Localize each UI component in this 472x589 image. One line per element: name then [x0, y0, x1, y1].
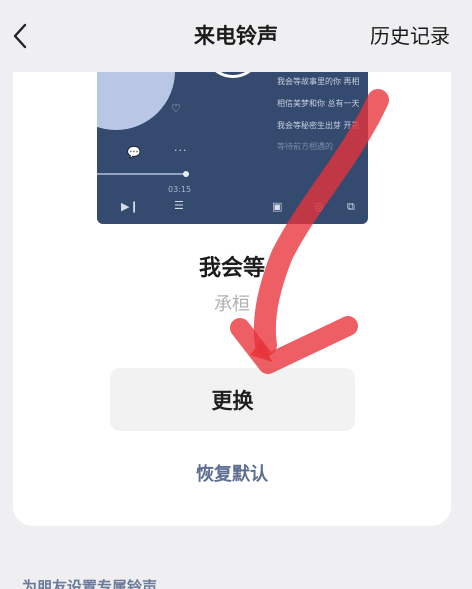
- cover-disc: [97, 72, 175, 130]
- lyric-line: 我会等故事里的你 再相: [277, 77, 360, 86]
- song-artist: 承桓: [214, 294, 250, 315]
- cover-ring: [200, 72, 266, 78]
- playback-progress: [97, 171, 190, 177]
- lyric-line: 等待前方相遇的: [277, 142, 333, 151]
- playlist-icon: ☰: [174, 199, 184, 212]
- duration-text: 03:15: [168, 185, 192, 194]
- share-icon: ⧉: [347, 200, 355, 213]
- ringtone-card: 我会等故事里的你 再相 相信美梦和你 总有一天 我会等秘密生出芽 开花 等待前方…: [13, 72, 451, 526]
- top-nav-bar: 来电铃声 历史记录: [0, 0, 472, 72]
- comment-icon: 💬: [127, 146, 141, 159]
- lyric-line: 相信美梦和你 总有一天: [277, 99, 360, 108]
- lyrics-icon: ▣: [272, 200, 283, 213]
- settings-icon: ◎: [314, 200, 324, 213]
- lyric-line: 我会等秘密生出芽 开花: [277, 121, 360, 130]
- song-title: 我会等: [198, 256, 265, 281]
- custom-ringtone-hint[interactable]: 为朋友设置专属铃声: [22, 576, 157, 589]
- play-next-icon: ▶❙: [121, 200, 139, 213]
- restore-default-link[interactable]: 恢复默认: [13, 460, 451, 486]
- change-ringtone-button[interactable]: 更换: [110, 368, 355, 431]
- heart-icon: ♡: [171, 102, 181, 115]
- more-icon: ···: [174, 144, 188, 157]
- progress-handle: [183, 171, 190, 177]
- history-button[interactable]: 历史记录: [370, 20, 450, 49]
- album-cover-image: 我会等故事里的你 再相 相信美梦和你 总有一天 我会等秘密生出芽 开花 等待前方…: [97, 72, 368, 224]
